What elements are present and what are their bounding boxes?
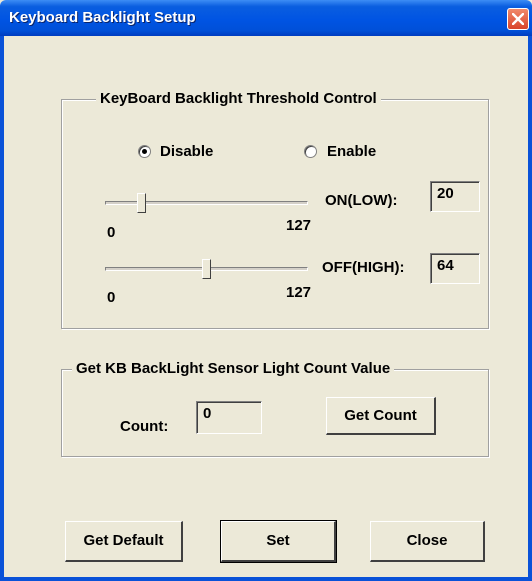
- window-frame-left: [0, 36, 4, 581]
- on-low-value-field[interactable]: 20: [430, 181, 480, 212]
- count-label: Count:: [120, 418, 169, 435]
- off-high-max-label: 127: [286, 284, 312, 301]
- window-frame-bottom: [0, 577, 532, 581]
- off-high-value-field[interactable]: 64: [430, 253, 480, 284]
- disable-radio[interactable]: [138, 145, 151, 158]
- close-button[interactable]: Close: [370, 521, 485, 562]
- close-window-button[interactable]: [507, 8, 529, 30]
- set-button[interactable]: Set: [220, 520, 337, 563]
- enable-radio[interactable]: [304, 145, 317, 158]
- threshold-groupbox: [61, 99, 489, 329]
- off-high-label: OFF(HIGH):: [322, 259, 405, 276]
- on-low-min-label: 0: [107, 224, 116, 241]
- window-frame-right: [528, 36, 532, 581]
- close-x-icon: [512, 13, 524, 25]
- count-value-field: 0: [196, 401, 262, 434]
- on-low-max-label: 127: [286, 217, 312, 234]
- on-low-label: ON(LOW):: [325, 192, 398, 209]
- sensor-group-legend: Get KB BackLight Sensor Light Count Valu…: [72, 360, 395, 377]
- window-title: Keyboard Backlight Setup: [9, 9, 196, 26]
- on-low-slider-track[interactable]: [105, 201, 308, 205]
- enable-radio-label[interactable]: Enable: [327, 143, 376, 160]
- threshold-group-legend: KeyBoard Backlight Threshold Control: [96, 90, 381, 107]
- on-low-slider-thumb[interactable]: [137, 193, 146, 213]
- get-default-button[interactable]: Get Default: [65, 521, 183, 562]
- off-high-min-label: 0: [107, 289, 116, 306]
- title-bar[interactable]: Keyboard Backlight Setup: [0, 0, 532, 36]
- disable-radio-label[interactable]: Disable: [160, 143, 213, 160]
- get-count-button[interactable]: Get Count: [326, 397, 436, 435]
- dialog-window: Keyboard Backlight Setup KeyBoard Backli…: [0, 0, 532, 581]
- off-high-slider-thumb[interactable]: [202, 259, 211, 279]
- radio-selected-dot: [142, 149, 147, 154]
